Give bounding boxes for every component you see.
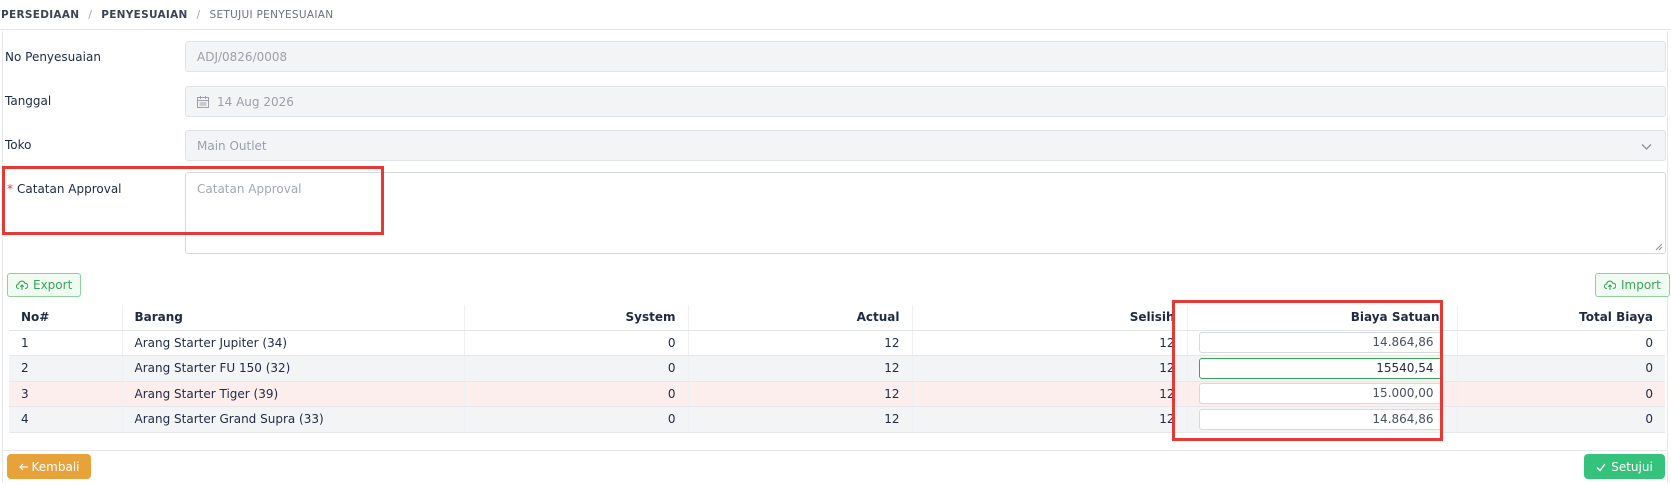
col-header-barang: Barang xyxy=(122,305,465,331)
col-header-system: System xyxy=(464,305,689,331)
no-penyesuaian-field[interactable]: ADJ/0826/0008 xyxy=(185,41,1666,72)
cell-no: 4 xyxy=(9,406,123,433)
toko-select[interactable]: Main Outlet xyxy=(185,130,1666,161)
cell-no: 1 xyxy=(9,330,123,356)
back-button[interactable]: Kembali xyxy=(7,454,91,479)
cell-system: 0 xyxy=(464,406,689,433)
col-header-selisih: Selisih xyxy=(912,305,1188,331)
toko-label: Toko xyxy=(5,138,32,152)
cell-total-biaya: 0 xyxy=(1457,381,1665,407)
cell-no: 2 xyxy=(9,355,123,382)
cell-system: 0 xyxy=(464,381,689,407)
cell-system: 0 xyxy=(464,330,689,356)
import-button[interactable]: Import xyxy=(1595,273,1670,297)
no-penyesuaian-label: No Penyesuaian xyxy=(5,50,101,64)
cell-selisih: 12 xyxy=(912,330,1188,356)
footer-divider xyxy=(2,450,1668,451)
cell-barang: Arang Starter Tiger (39) xyxy=(122,381,465,407)
col-header-actual: Actual xyxy=(688,305,913,331)
export-label: Export xyxy=(33,278,73,292)
col-header-total-biaya: Total Biaya xyxy=(1457,305,1665,331)
breadcrumb-separator: / xyxy=(196,8,201,21)
resize-handle-icon[interactable] xyxy=(1655,243,1663,251)
back-label: Kembali xyxy=(31,459,80,474)
calendar-icon xyxy=(197,95,209,108)
cell-selisih: 12 xyxy=(912,355,1188,382)
approve-label: Setujui xyxy=(1611,459,1653,474)
export-button[interactable]: Export xyxy=(7,273,82,297)
breadcrumb-separator: / xyxy=(88,8,93,21)
arrow-left-icon xyxy=(18,463,28,470)
cell-barang: Arang Starter Jupiter (34) xyxy=(122,330,465,356)
cell-selisih: 12 xyxy=(912,406,1188,433)
tanggal-field[interactable]: 14 Aug 2026 xyxy=(185,86,1666,117)
cell-actual: 12 xyxy=(688,406,913,433)
cell-system: 0 xyxy=(464,355,689,382)
col-header-no: No# xyxy=(9,305,123,331)
highlight-box-catatan-approval xyxy=(2,166,384,235)
highlight-box-biaya-satuan xyxy=(1172,300,1443,441)
cell-actual: 12 xyxy=(688,355,913,382)
cell-barang: Arang Starter Grand Supra (33) xyxy=(122,406,465,433)
check-icon xyxy=(1596,463,1606,472)
tanggal-value: 14 Aug 2026 xyxy=(217,94,294,109)
import-label: Import xyxy=(1621,278,1661,292)
tanggal-label: Tanggal xyxy=(5,94,52,108)
cell-barang: Arang Starter FU 150 (32) xyxy=(122,355,465,382)
breadcrumb-item-persediaan[interactable]: PERSEDIAAN xyxy=(1,9,79,21)
no-penyesuaian-value: ADJ/0826/0008 xyxy=(197,49,288,64)
chevron-down-icon xyxy=(1641,144,1652,150)
cloud-upload-icon xyxy=(16,280,28,290)
cell-actual: 12 xyxy=(688,330,913,356)
cell-total-biaya: 0 xyxy=(1457,355,1665,382)
breadcrumb-item-penyesuaian[interactable]: PENYESUAIAN xyxy=(101,9,187,21)
cell-total-biaya: 0 xyxy=(1457,330,1665,356)
toko-selected-value: Main Outlet xyxy=(197,138,267,153)
breadcrumb-item-current: SETUJUI PENYESUAIAN xyxy=(209,8,334,21)
cell-selisih: 12 xyxy=(912,381,1188,407)
cell-actual: 12 xyxy=(688,381,913,407)
cell-no: 3 xyxy=(9,381,123,407)
approve-button[interactable]: Setujui xyxy=(1584,454,1665,479)
breadcrumb: PERSEDIAAN / PENYESUAIAN / SETUJUI PENYE… xyxy=(0,0,1671,30)
catatan-approval-textarea[interactable]: Catatan Approval xyxy=(185,172,1666,254)
cell-total-biaya: 0 xyxy=(1457,406,1665,433)
cloud-upload-icon xyxy=(1604,280,1616,290)
